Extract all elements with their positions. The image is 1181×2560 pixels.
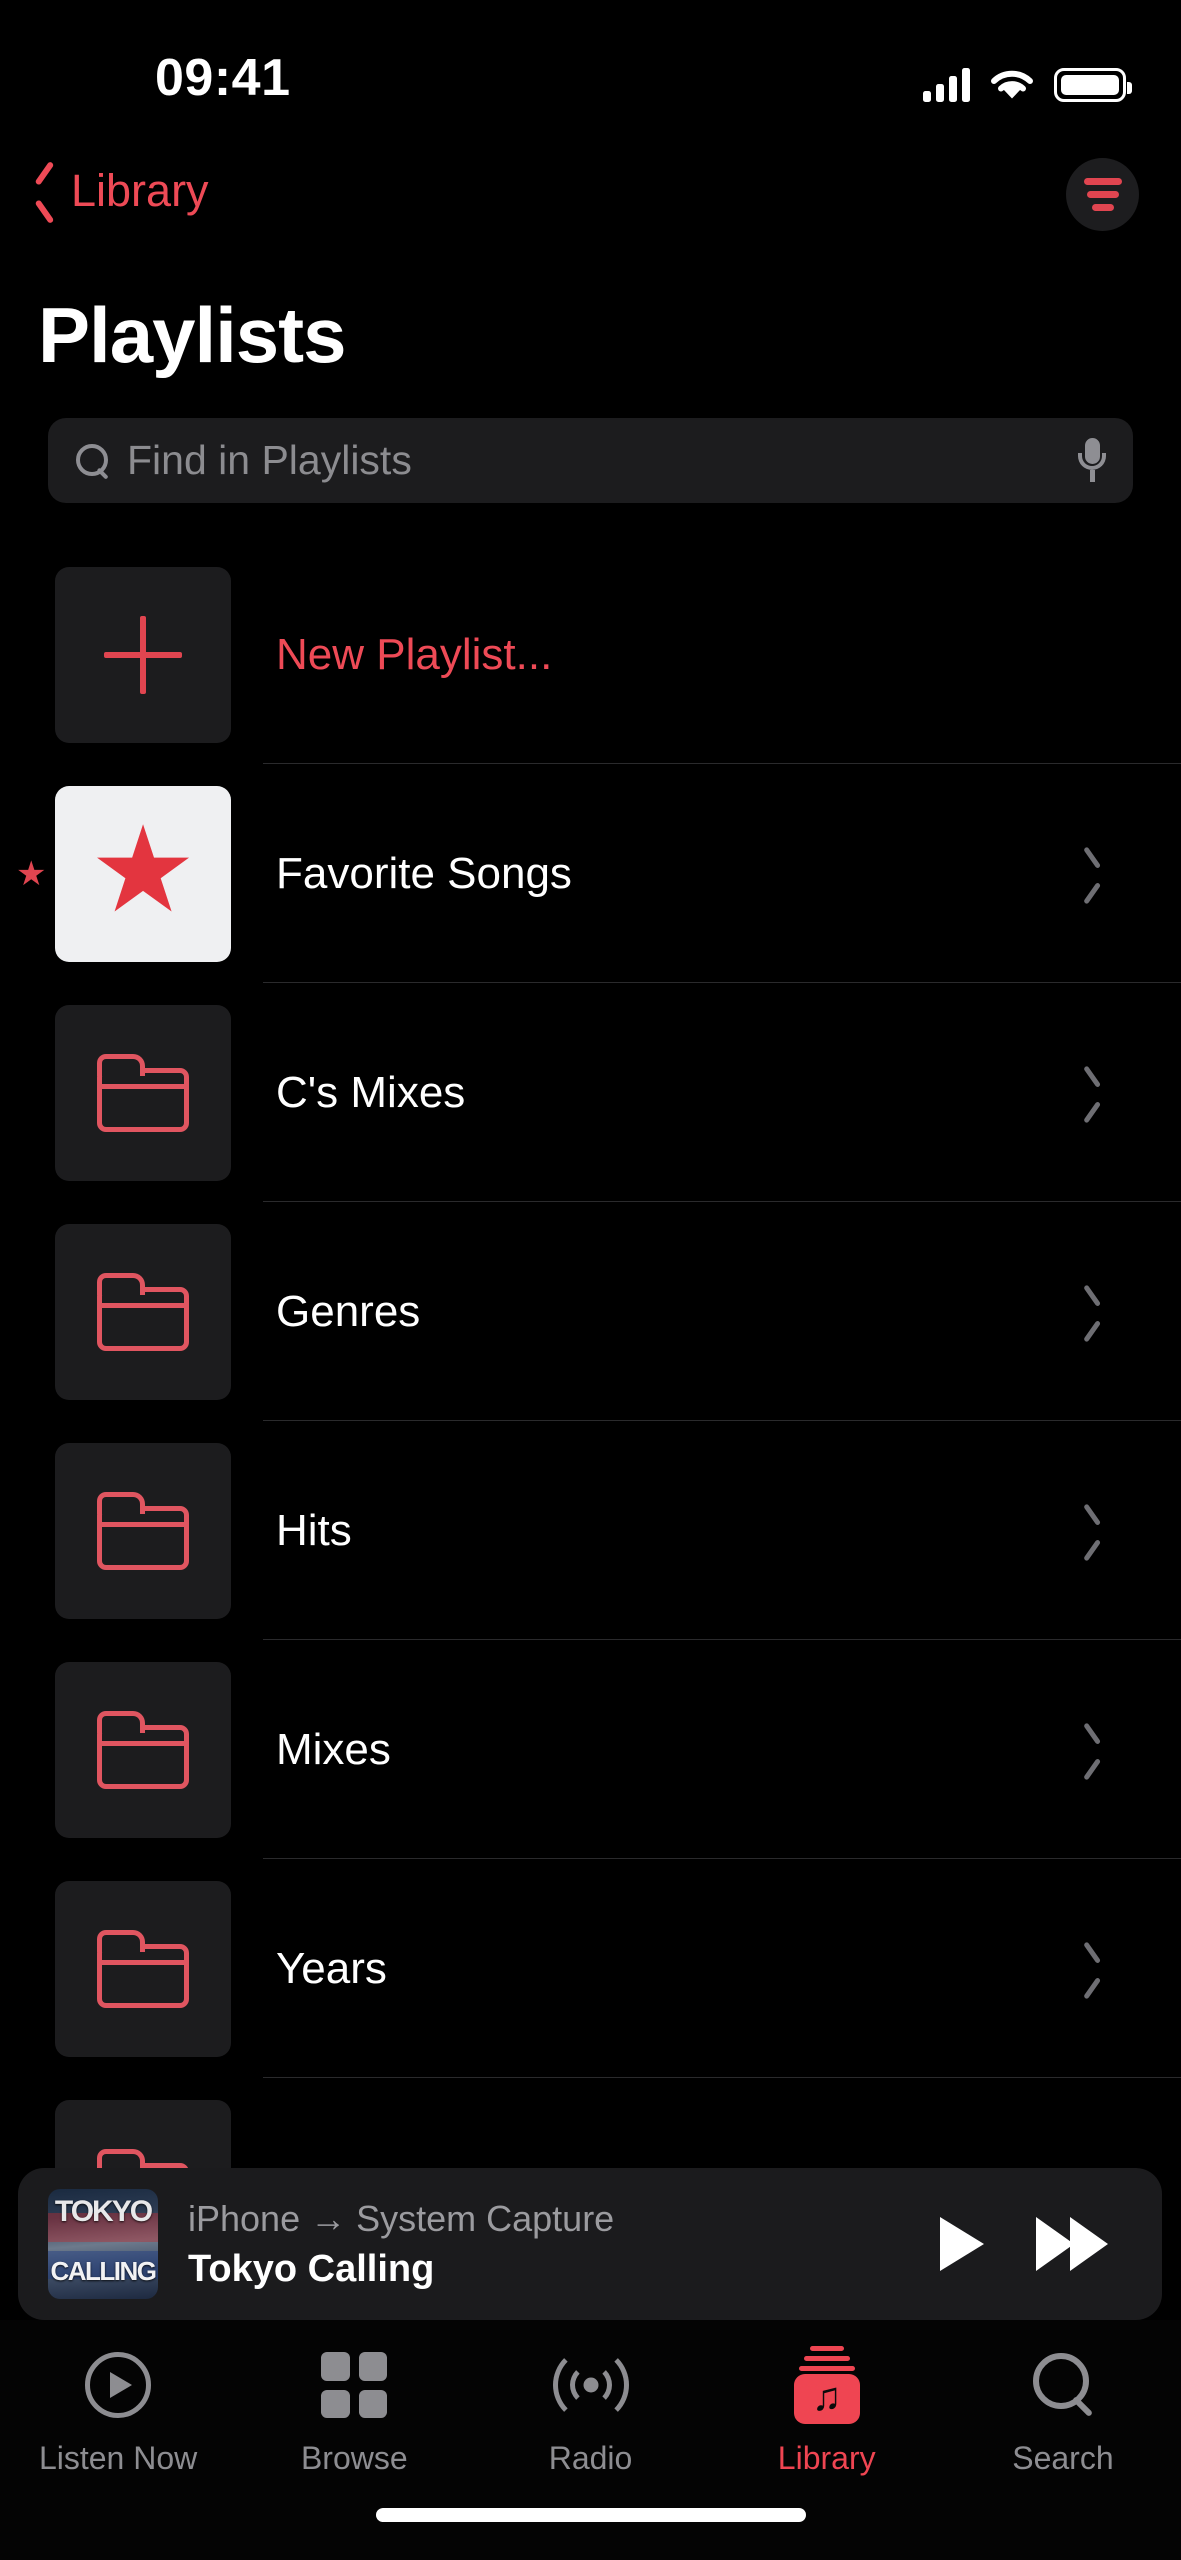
search-icon xyxy=(74,443,110,479)
folder-icon xyxy=(97,1929,189,2008)
new-playlist-tile xyxy=(55,566,231,743)
play-icon[interactable] xyxy=(940,2217,984,2271)
folder-tile xyxy=(55,1442,231,1619)
battery-full-icon xyxy=(1054,68,1132,102)
now-playing-title: Tokyo Calling xyxy=(188,2247,435,2290)
tab-browse[interactable]: Browse xyxy=(236,2346,472,2477)
folder-tile xyxy=(55,1004,231,1181)
tab-radio[interactable]: Radio xyxy=(472,2346,708,2477)
now-playing-bar[interactable]: TOKYO CALLING iPhone → System Capture To… xyxy=(18,2168,1162,2320)
now-playing-route: iPhone → System Capture xyxy=(188,2197,615,2239)
plus-icon xyxy=(104,615,182,694)
folder-tile xyxy=(55,1880,231,2057)
library-music-icon: ♫ xyxy=(793,2346,860,2424)
list-item-label: C's Mixes xyxy=(276,1067,466,1117)
sort-filter-icon-line-2 xyxy=(1086,191,1119,198)
tab-library[interactable]: ♫ Library xyxy=(709,2346,945,2477)
status-time: 09:41 xyxy=(155,49,291,107)
list-item-mixes[interactable]: Mixes xyxy=(0,1640,1181,1859)
list-item-label: Hits xyxy=(276,1505,352,1555)
back-button-label: Library xyxy=(71,165,209,216)
chevron-right-icon xyxy=(1079,1950,1101,1988)
tab-label: Radio xyxy=(548,2440,633,2476)
tab-bar: Listen Now Browse Radio ♫ Library Search xyxy=(0,2320,1181,2560)
sort-filter-icon-line-3 xyxy=(1091,204,1114,211)
list-item-label: Favorite Songs xyxy=(276,848,572,898)
now-playing-text: iPhone → System Capture Tokyo Calling xyxy=(188,2198,940,2291)
search-field[interactable]: Find in Playlists xyxy=(48,418,1133,503)
status-indicators xyxy=(923,58,1132,102)
cellular-bars-icon xyxy=(923,68,970,102)
list-item-label: Years xyxy=(276,1943,387,1993)
playlists-list: New Playlist... ★ ★ Favorite Songs C's M… xyxy=(0,545,1181,2297)
list-item-label: New Playlist... xyxy=(276,629,553,679)
browse-grid-icon xyxy=(321,2346,388,2424)
radio-waves-icon xyxy=(547,2346,635,2424)
list-item-label: Mixes xyxy=(276,1724,391,1774)
tab-label: Listen Now xyxy=(38,2440,198,2476)
listen-now-icon xyxy=(85,2346,152,2424)
list-item-label: Genres xyxy=(276,1286,421,1336)
list-item-new-playlist[interactable]: New Playlist... xyxy=(0,545,1181,764)
chevron-right-icon xyxy=(1079,1512,1101,1550)
folder-tile xyxy=(55,1223,231,1400)
folder-icon xyxy=(97,1491,189,1570)
search-icon xyxy=(1029,2346,1097,2424)
list-item-years[interactable]: Years xyxy=(0,1859,1181,2078)
list-item-genres[interactable]: Genres xyxy=(0,1202,1181,1421)
chevron-right-icon xyxy=(1079,1731,1101,1769)
tab-label: Browse xyxy=(300,2440,408,2476)
folder-icon xyxy=(97,1272,189,1351)
iphone-screen: 09:41 Library Playlists Find in Playlist… xyxy=(0,0,1181,2560)
page-title: Playlists xyxy=(38,291,347,379)
tab-label: Search xyxy=(1012,2440,1114,2476)
favorite-songs-tile: ★ xyxy=(55,785,231,962)
chevron-right-icon xyxy=(1079,855,1101,893)
microphone-icon[interactable] xyxy=(1077,437,1107,484)
sort-filter-icon-line-1 xyxy=(1083,178,1122,185)
tab-listen-now[interactable]: Listen Now xyxy=(0,2346,236,2477)
tab-search[interactable]: Search xyxy=(945,2346,1181,2477)
folder-tile xyxy=(55,1661,231,1838)
tab-label: Library xyxy=(777,2440,876,2476)
folder-icon xyxy=(97,1710,189,1789)
chevron-right-icon xyxy=(1079,1293,1101,1331)
home-indicator[interactable] xyxy=(375,2508,806,2522)
wifi-icon xyxy=(990,68,1034,102)
list-item-cs-mixes[interactable]: C's Mixes xyxy=(0,983,1181,1202)
chevron-right-icon xyxy=(1079,1074,1101,1112)
now-playing-controls xyxy=(940,2217,1108,2271)
list-item-hits[interactable]: Hits xyxy=(0,1421,1181,1640)
list-item-favorite-songs[interactable]: ★ ★ Favorite Songs xyxy=(0,764,1181,983)
back-button[interactable]: Library xyxy=(35,165,209,217)
artwork-top-text: TOKYO xyxy=(54,2195,153,2228)
status-bar: 09:41 xyxy=(0,0,1181,135)
album-artwork: TOKYO CALLING xyxy=(48,2189,158,2299)
sort-filter-button[interactable] xyxy=(1066,158,1139,231)
star-icon: ★ xyxy=(89,802,197,937)
search-placeholder: Find in Playlists xyxy=(127,437,412,483)
navigation-bar: Library xyxy=(0,158,1181,270)
fast-forward-icon[interactable] xyxy=(1036,2217,1108,2271)
folder-icon xyxy=(97,1053,189,1132)
artwork-bottom-text: CALLING xyxy=(50,2256,157,2286)
chevron-left-icon xyxy=(35,172,57,210)
